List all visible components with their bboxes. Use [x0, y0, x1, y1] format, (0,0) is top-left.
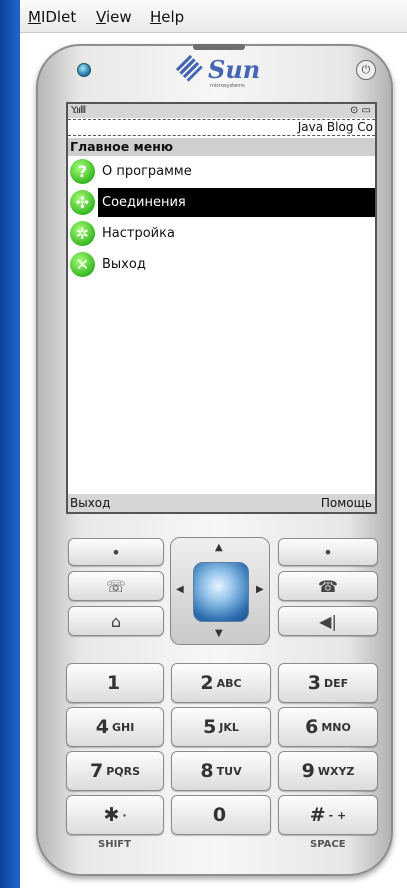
gear-icon: ✲ — [70, 221, 95, 246]
softkey-bar: Выход Помощь — [68, 494, 375, 512]
soft-right-button[interactable]: • — [278, 538, 378, 566]
menu-bar: MIDlet View Help — [20, 0, 407, 33]
key-4[interactable]: 4 GHI — [66, 707, 164, 747]
status-led — [77, 63, 91, 77]
softkey-right-label[interactable]: Помощь — [321, 494, 372, 512]
question-icon: ? — [70, 159, 95, 184]
sun-logo: Sun microsystems — [175, 54, 260, 91]
clear-button[interactable]: ◀| — [278, 606, 378, 636]
menu-item-exit[interactable]: ✕ Выход — [68, 250, 375, 279]
softkey-left-label[interactable]: Выход — [70, 494, 110, 512]
menu-item-label: Настройка — [102, 226, 175, 241]
earpiece-speaker — [193, 44, 245, 50]
key-9[interactable]: 9 WXYZ — [278, 751, 378, 791]
screen-title: Главное меню — [68, 138, 375, 156]
exit-icon: ✕ — [70, 252, 95, 277]
key-6[interactable]: 6 MNO — [278, 707, 378, 747]
key-8[interactable]: 8 TUV — [171, 751, 271, 791]
status-bar: Y.ıılll ⊙ ▭ — [68, 104, 375, 118]
menu-item-label: Соединения — [102, 195, 186, 210]
menu-item-settings[interactable]: ✲ Настройка — [68, 219, 375, 248]
select-button[interactable] — [193, 562, 249, 622]
menu-view[interactable]: View — [96, 8, 132, 26]
menu-midlet[interactable]: MIDlet — [28, 8, 76, 26]
shift-label: SHIFT — [98, 839, 131, 850]
phone-screen: Y.ıılll ⊙ ▭ Java Blog Co Главное меню ? … — [66, 102, 377, 514]
arrow-right-icon[interactable]: ▶ — [256, 584, 264, 595]
ticker: Java Blog Co — [68, 119, 375, 136]
arrow-left-icon[interactable]: ◀ — [176, 584, 184, 595]
menu-item-label: О программе — [102, 164, 192, 179]
call-button[interactable]: ☏ — [68, 571, 164, 601]
navigation-pad[interactable]: ▲ ▼ ◀ ▶ — [170, 537, 270, 645]
menu-item-connections[interactable]: ✣ Соединения — [68, 188, 375, 217]
key-7[interactable]: 7 PQRS — [66, 751, 164, 791]
home-icon: ⌂ — [110, 611, 122, 631]
key-hash[interactable]: # - + — [278, 795, 378, 835]
menu-item-label: Выход — [102, 257, 146, 272]
key-0[interactable]: 0 — [171, 795, 271, 835]
key-3[interactable]: 3 DEF — [278, 663, 378, 703]
home-button[interactable]: ⌂ — [68, 606, 164, 636]
arrow-down-icon[interactable]: ▼ — [215, 628, 223, 639]
back-icon: ◀| — [319, 611, 337, 631]
hangup-icon: ☎ — [318, 576, 338, 596]
key-2[interactable]: 2 ABC — [171, 663, 271, 703]
menu-help[interactable]: Help — [150, 8, 184, 26]
signal-icon: Y.ıılll — [71, 105, 86, 116]
menu-item-about[interactable]: ? О программе — [68, 157, 375, 186]
key-5[interactable]: 5 JKL — [171, 707, 271, 747]
key-1[interactable]: 1 — [66, 663, 164, 703]
battery-icon: ⊙ ▭ — [349, 105, 371, 116]
soft-left-button[interactable]: • — [68, 538, 164, 566]
power-icon[interactable]: ⏻ — [356, 60, 376, 80]
arrow-up-icon[interactable]: ▲ — [215, 542, 223, 553]
sun-logo-mark — [175, 54, 205, 84]
key-star[interactable]: ✱ · — [66, 795, 164, 835]
space-label: SPACE — [310, 839, 346, 850]
connection-icon: ✣ — [70, 190, 95, 215]
end-call-button[interactable]: ☎ — [278, 571, 378, 601]
phone-icon: ☏ — [105, 576, 126, 596]
